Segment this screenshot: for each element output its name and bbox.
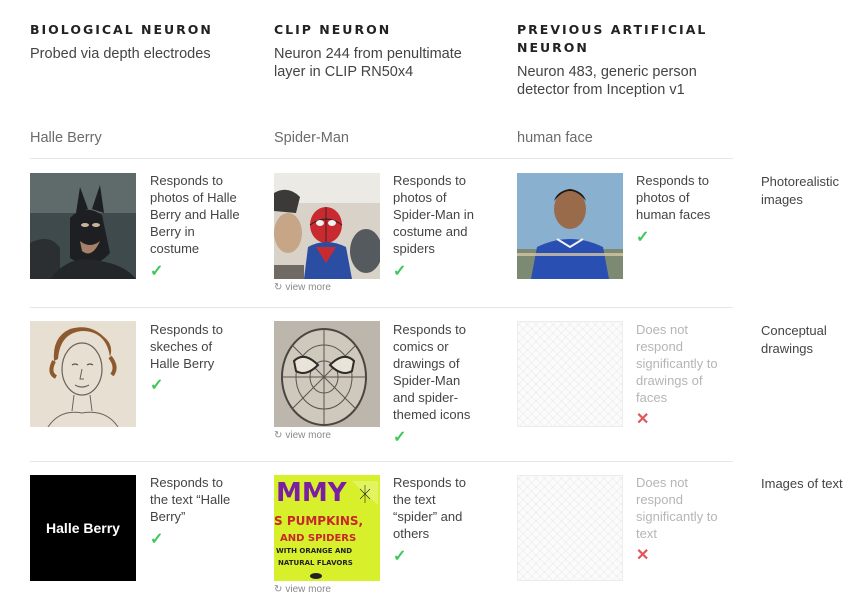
- view-more-link[interactable]: ↻ view more: [274, 430, 331, 442]
- row-label-images-of-text: Images of text: [761, 476, 843, 491]
- poster-line: NATURAL FLAVORS: [278, 559, 353, 567]
- face-photo-response: Responds to photos of human faces: [636, 173, 711, 222]
- row-label-photorealistic: Photorealistic images: [761, 174, 840, 207]
- halle-photo-response: Responds to photos of Halle Berry and Ha…: [150, 173, 240, 256]
- catwoman-photo-thumbnail[interactable]: [30, 173, 136, 279]
- refresh-icon: ↻: [274, 282, 283, 293]
- divider: [30, 461, 733, 462]
- face-text-response: Does not respond significantly to text: [636, 475, 718, 541]
- check-icon: ✓: [393, 429, 407, 446]
- refresh-icon: ↻: [274, 584, 283, 595]
- halle-text-thumbnail[interactable]: Halle Berry: [30, 475, 136, 581]
- row-label-conceptual: Conceptual drawings: [761, 323, 827, 356]
- refresh-icon: ↻: [274, 430, 283, 441]
- divider: [30, 158, 733, 159]
- blank-thumbnail: [517, 475, 623, 581]
- spider-text-poster-thumbnail[interactable]: MMY S PUMPKINS, AND SPIDERS WITH ORANGE …: [274, 475, 380, 581]
- previous-artificial-neuron-title: PREVIOUS ARTIFICIAL NEURON: [517, 22, 708, 55]
- blank-thumbnail: [517, 321, 623, 427]
- spiderman-sketch-response: Responds to comics or drawings of Spider…: [393, 322, 471, 422]
- face-photo-thumbnail[interactable]: [517, 173, 623, 279]
- poster-line: MMY: [276, 478, 348, 508]
- poster-line: AND SPIDERS: [280, 533, 356, 544]
- spiderman-photo-response: Responds to photos of Spider-Man in cost…: [393, 173, 474, 256]
- check-icon: ✓: [150, 377, 164, 394]
- spider-man-label: Spider-Man: [274, 130, 349, 146]
- view-more-link[interactable]: ↻ view more: [274, 282, 331, 294]
- halle-text-response: Responds to the text “Halle Berry”: [150, 475, 231, 524]
- halle-sketch-thumbnail[interactable]: [30, 321, 136, 427]
- biological-neuron-desc: Probed via depth electrodes: [30, 46, 211, 62]
- check-icon: ✓: [150, 531, 164, 548]
- human-face-label: human face: [517, 130, 593, 146]
- halle-sketch-response: Responds to skeches of Halle Berry: [150, 322, 223, 371]
- view-more-link[interactable]: ↻ view more: [274, 584, 331, 596]
- clip-neuron-title: CLIP NEURON: [274, 22, 392, 37]
- spider-text-response: Responds to the text “spider” and others: [393, 475, 466, 541]
- halle-text-image-text: Halle Berry: [46, 520, 120, 536]
- divider: [30, 307, 733, 308]
- check-icon: ✓: [393, 263, 407, 280]
- previous-neuron-desc: Neuron 483, generic person detector from…: [517, 64, 697, 98]
- cross-icon: ✕: [636, 547, 650, 564]
- check-icon: ✓: [150, 263, 164, 280]
- spiderman-photo-thumbnail[interactable]: [274, 173, 380, 279]
- clip-neuron-desc: Neuron 244 from penultimate layer in CLI…: [274, 46, 462, 80]
- halle-berry-label: Halle Berry: [30, 130, 102, 146]
- biological-neuron-title: BIOLOGICAL NEURON: [30, 22, 213, 37]
- poster-line: S PUMPKINS,: [274, 514, 363, 528]
- poster-line: WITH ORANGE AND: [276, 547, 352, 555]
- check-icon: ✓: [393, 548, 407, 565]
- spiderman-sketch-thumbnail[interactable]: [274, 321, 380, 427]
- check-icon: ✓: [636, 229, 650, 246]
- face-drawing-response: Does not respond significantly to drawin…: [636, 322, 718, 405]
- cross-icon: ✕: [636, 411, 650, 428]
